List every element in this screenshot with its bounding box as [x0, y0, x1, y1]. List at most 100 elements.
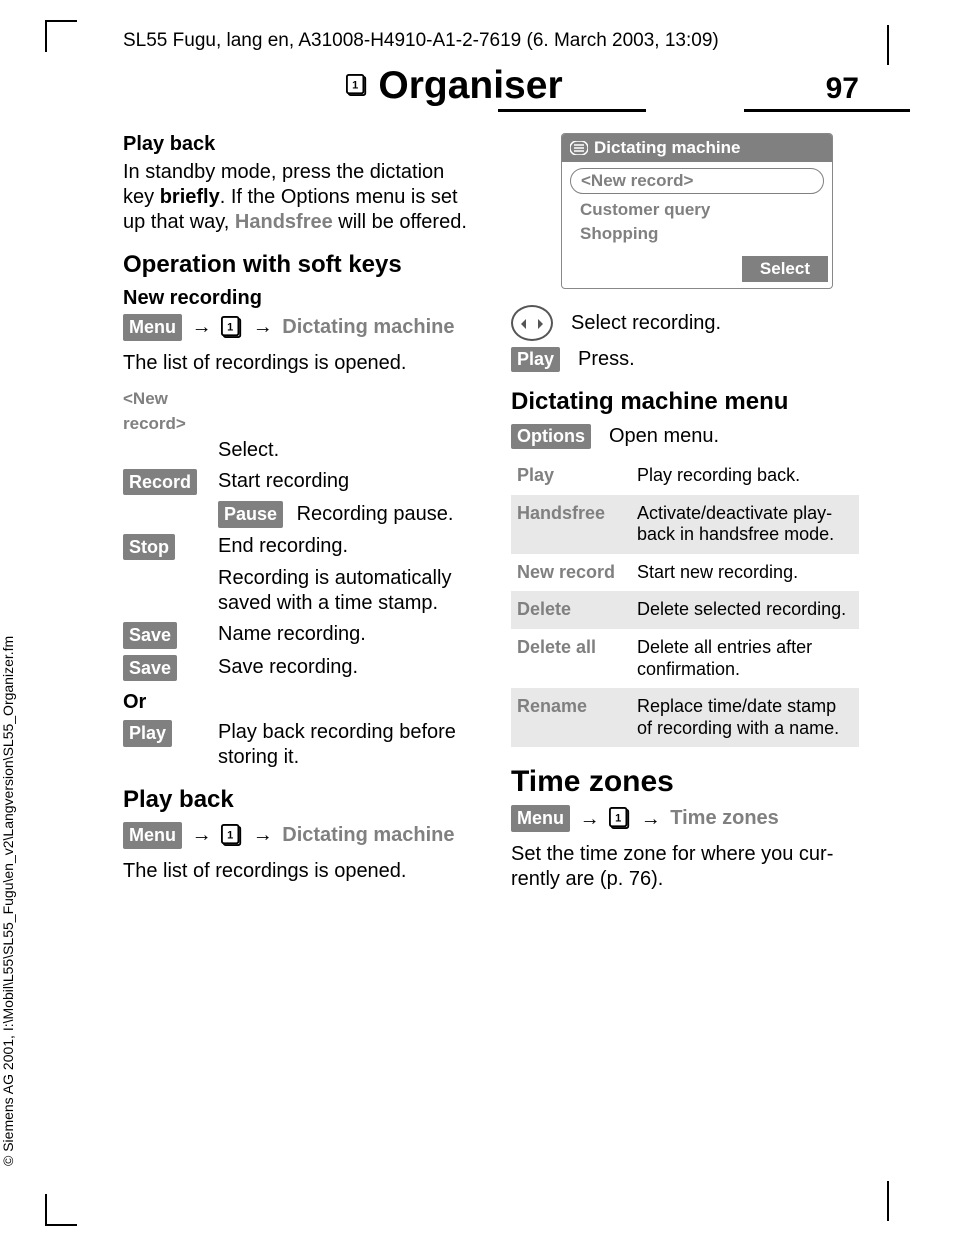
softkeys-heading: Operation with soft keys [123, 251, 471, 279]
arrow-icon: → [253, 824, 273, 846]
organiser-icon: 1 [221, 316, 243, 340]
menu-softkey: Menu [123, 822, 182, 849]
list-opened-text: The list of recordings is opened. [123, 351, 471, 376]
screen-body: <New record> Customer query Shopping [562, 162, 832, 252]
list-icon [570, 141, 588, 155]
table-key: Delete [517, 599, 637, 621]
nav-arrows-icon [511, 305, 553, 341]
list-item: Record Start recording [123, 469, 471, 496]
screen-title-text: Dictating machine [594, 138, 740, 158]
table-row: Handsfree Activate/deactivate play­back … [511, 495, 859, 554]
playback2-heading: Play back [123, 786, 471, 814]
crop-tick-bottom-right [887, 1181, 889, 1221]
menu-table: Play Play recording back. Handsfree Acti… [511, 457, 859, 747]
newrecording-heading: New recording [123, 287, 471, 310]
timezones-heading: Time zones [511, 765, 859, 799]
list-opened-text-2: The list of recordings is opened. [123, 859, 471, 884]
crop-mark-top-left [45, 20, 77, 52]
arrow-icon: → [192, 824, 212, 846]
select-softkey: Select [742, 256, 828, 282]
doc-header-line: SL55 Fugu, lang en, A31008-H4910-A1-2-76… [123, 30, 859, 52]
list-item: <New record> [123, 386, 471, 436]
arrow-icon: → [580, 808, 600, 830]
screen-row: Shopping [570, 222, 824, 246]
phone-screen: Dictating machine <New record> Customer … [561, 133, 833, 289]
select-recording-text: Select recording. [571, 312, 721, 335]
save-recording-text: Save recording. [218, 655, 471, 680]
table-value: Replace time/date stamp of recording wit… [637, 696, 853, 739]
svg-text:1: 1 [227, 829, 233, 841]
timezones-label: Time zones [670, 807, 779, 829]
table-row: Delete all Delete all entries after conf… [511, 629, 859, 688]
list-item: Save Save recording. [123, 655, 471, 682]
menu-softkey: Menu [511, 805, 570, 832]
list-item: Recording is automatical­ly saved with a… [123, 566, 471, 616]
arrow-icon: → [641, 808, 661, 830]
organiser-icon: 1 [221, 824, 243, 848]
title-underline [498, 109, 646, 112]
table-key: New record [517, 562, 637, 584]
new-record-label: <New record> [123, 389, 186, 433]
dictating-label: Dictating machine [282, 316, 454, 338]
screen-row-text: Customer query [580, 200, 710, 219]
columns: Play back In standby mode, press the dic… [123, 133, 859, 902]
save-softkey: Save [123, 655, 177, 682]
table-key: Rename [517, 696, 637, 739]
menu-path-timezones: Menu → 1 → Time zones [511, 805, 859, 832]
page-title: Organiser [378, 64, 562, 108]
pause-softkey: Pause [218, 501, 283, 528]
page: © Siemens AG 2001, I:\Mobil\L55\SL55_Fug… [0, 0, 954, 1246]
briefly-bold: briefly [160, 186, 220, 208]
table-key: Handsfree [517, 503, 637, 546]
text: will be offered. [333, 211, 467, 233]
play-before-store-text: Play back recording be­fore storing it. [218, 720, 471, 770]
select-text: Select. [218, 438, 471, 463]
play-row: Play Press. [511, 347, 859, 372]
header-inner: 1 Organiser [346, 64, 562, 108]
pause-row: Pause Recording pause. [218, 501, 471, 528]
screen-row-selected: <New record> [570, 168, 824, 194]
playback-paragraph: In standby mode, press the dictation key… [123, 160, 471, 235]
list-item: Stop End recording. [123, 534, 471, 561]
right-column: Dictating machine <New record> Customer … [511, 133, 859, 902]
start-recording-text: Start recording [218, 469, 471, 494]
page-header: 1 Organiser 97 [50, 64, 859, 108]
list-item: Save Name recording. [123, 622, 471, 649]
options-row: Options Open menu. [511, 424, 859, 449]
table-key: Delete all [517, 637, 637, 680]
pause-text: Recording pause. [297, 503, 454, 525]
svg-text:1: 1 [615, 813, 621, 825]
play-softkey: Play [123, 720, 172, 747]
svg-text:1: 1 [227, 321, 233, 333]
playback-heading: Play back [123, 133, 471, 156]
arrow-icon: → [253, 316, 273, 338]
table-row: Rename Replace time/date stamp of record… [511, 688, 859, 747]
screen-row-text: Shopping [580, 224, 658, 243]
press-text: Press. [578, 348, 635, 371]
handsfree-grey: Handsfree [235, 211, 333, 233]
arrow-icon: → [192, 316, 212, 338]
save-softkey: Save [123, 622, 177, 649]
table-key: Play [517, 465, 637, 487]
table-value: Play recording back. [637, 465, 853, 487]
side-credit: © Siemens AG 2001, I:\Mobil\L55\SL55_Fug… [0, 636, 16, 1166]
table-value: Delete selected recording. [637, 599, 853, 621]
dictating-label: Dictating machine [282, 824, 454, 846]
record-softkey: Record [123, 469, 197, 496]
open-menu-text: Open menu. [609, 425, 719, 448]
table-row: New record Start new recording. [511, 554, 859, 592]
list-item: Select. [123, 438, 471, 463]
dict-menu-heading: Dictating machine menu [511, 388, 859, 416]
screen-title-bar: Dictating machine [562, 134, 832, 162]
menu-softkey: Menu [123, 314, 182, 341]
options-softkey: Options [511, 424, 591, 449]
svg-text:1: 1 [352, 80, 358, 92]
crop-mark-bottom-left [45, 1194, 77, 1226]
table-value: Activate/deactivate play­back in handsfr… [637, 503, 853, 546]
table-row: Delete Delete selected recording. [511, 591, 859, 629]
organiser-icon: 1 [346, 74, 368, 98]
organiser-icon: 1 [609, 807, 631, 831]
play-softkey: Play [511, 347, 560, 372]
list-item: Play Play back recording be­fore storing… [123, 720, 471, 770]
menu-path-dictating-2: Menu → 1 → Dictating machine [123, 822, 471, 849]
